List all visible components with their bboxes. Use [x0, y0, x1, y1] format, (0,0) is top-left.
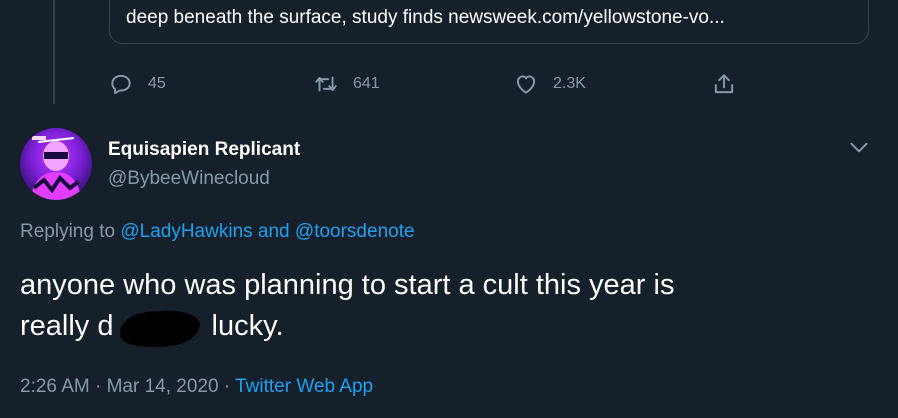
like-count: 2.3K — [553, 75, 586, 92]
meta-separator: · — [223, 376, 231, 397]
tweet-text-line-2: really d lucky. — [20, 306, 880, 350]
retweet-count: 641 — [353, 75, 380, 92]
share-icon — [714, 74, 734, 94]
retweet-icon — [315, 76, 337, 92]
heart-icon — [516, 75, 536, 94]
mention-link-2[interactable]: @toorsdenote — [295, 221, 415, 242]
replying-to-line: Replying to @LadyHawkins and @toorsdenot… — [20, 221, 415, 243]
link-card-title: deep beneath the surface, study finds ne… — [126, 7, 725, 28]
more-options-button[interactable] — [846, 134, 872, 160]
user-handle[interactable]: @BybeeWinecloud — [108, 168, 270, 190]
like-button[interactable]: 2.3K — [513, 67, 586, 101]
share-button[interactable] — [711, 67, 737, 101]
retweet-button[interactable]: 641 — [313, 67, 380, 101]
reply-button[interactable]: 45 — [108, 67, 166, 101]
link-preview-card[interactable]: deep beneath the surface, study finds ne… — [109, 0, 869, 44]
tweet-text-line-2-end: lucky. — [203, 310, 284, 342]
replying-label: Replying to — [20, 221, 116, 242]
meta-separator: · — [95, 376, 102, 397]
chevron-down-icon — [850, 142, 868, 153]
mention-link-1[interactable]: @LadyHawkins — [120, 221, 252, 242]
tweet-body: anyone who was planning to start a cult … — [20, 265, 880, 350]
tweet-source-link[interactable]: Twitter Web App — [235, 376, 373, 397]
display-name[interactable]: Equisapien Replicant — [108, 139, 300, 161]
tweet-date[interactable]: Mar 14, 2020 — [107, 376, 219, 397]
thread-connector-line — [53, 0, 55, 104]
reply-count: 45 — [148, 75, 166, 92]
tweet-action-bar: 45 641 2.3K — [108, 67, 748, 101]
mention-joiner: and — [257, 221, 290, 242]
tweet-metadata: 2:26 AM · Mar 14, 2020 · Twitter Web App — [20, 376, 373, 398]
redaction-scribble — [116, 308, 202, 350]
tweet-text-line-2-start: really d — [20, 310, 114, 342]
tweet-text-line-1: anyone who was planning to start a cult … — [20, 269, 675, 301]
avatar[interactable] — [20, 128, 92, 200]
reply-icon — [111, 74, 131, 95]
tweet-time[interactable]: 2:26 AM — [20, 376, 90, 397]
avatar-image — [20, 128, 92, 200]
